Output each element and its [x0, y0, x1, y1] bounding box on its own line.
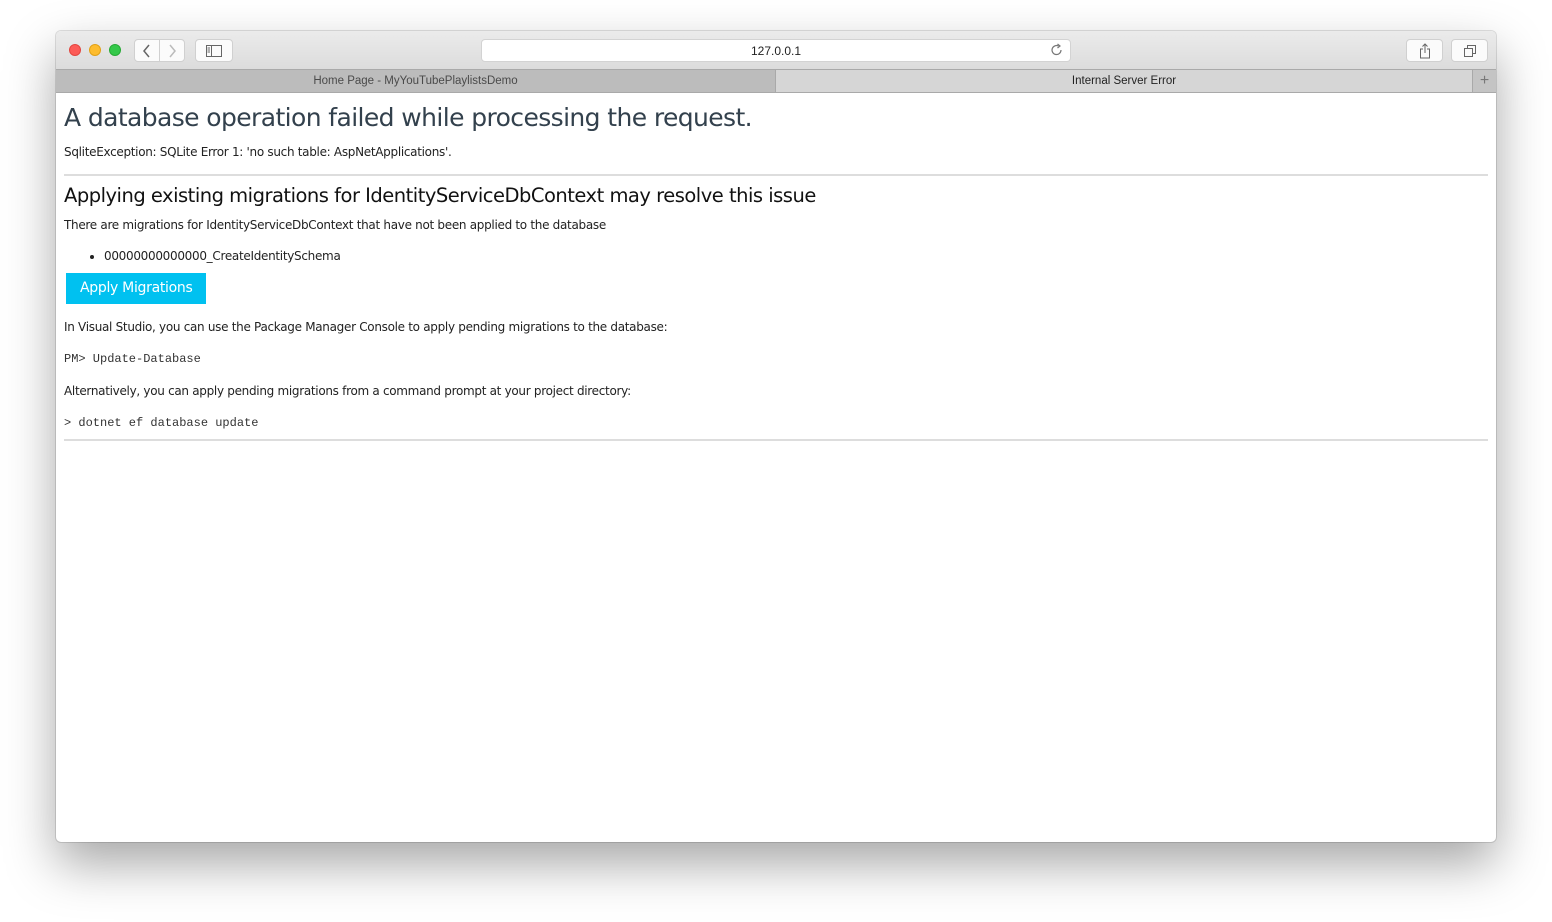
page-content: A database operation failed while proces… [56, 93, 1496, 842]
section-heading: Applying existing migrations for Identit… [64, 184, 816, 207]
cli-instructions: Alternatively, you can apply pending mig… [64, 384, 631, 398]
maximize-window-button[interactable] [109, 44, 121, 56]
migrations-list: 00000000000000_CreateIdentitySchema [104, 249, 1488, 263]
reload-icon [1051, 43, 1062, 56]
title-bar: 127.0.0.1 [56, 31, 1496, 69]
forward-button[interactable] [159, 39, 185, 62]
address-bar[interactable]: 127.0.0.1 [481, 39, 1071, 62]
tab-internal-server-error[interactable]: Internal Server Error [776, 70, 1472, 92]
tabs-overview-icon [1463, 44, 1476, 57]
visual-studio-instructions: In Visual Studio, you can use the Packag… [64, 320, 668, 334]
tab-home-page[interactable]: Home Page - MyYouTubePlaylistsDemo [56, 70, 776, 92]
url-text: 127.0.0.1 [750, 43, 802, 58]
cli-command: > dotnet ef database update [64, 416, 259, 430]
pm-command: PM> Update-Database [64, 352, 201, 366]
sidebar-icon [206, 44, 222, 57]
tab-overview-button[interactable] [1451, 39, 1488, 62]
pending-migrations-text: There are migrations for IdentityService… [64, 218, 606, 232]
share-button[interactable] [1406, 39, 1443, 62]
divider [64, 439, 1488, 441]
sidebar-toggle-button[interactable] [195, 39, 233, 62]
chevron-left-icon [143, 44, 150, 57]
divider [64, 174, 1488, 176]
reload-button[interactable] [1050, 43, 1064, 60]
minimize-window-button[interactable] [89, 44, 101, 56]
chevron-right-icon [169, 44, 176, 57]
tab-bar: Home Page - MyYouTubePlaylistsDemo Inter… [56, 69, 1496, 93]
migration-item: 00000000000000_CreateIdentitySchema [104, 249, 1488, 263]
exception-message: SqliteException: SQLite Error 1: 'no suc… [64, 145, 452, 159]
apply-migrations-button[interactable]: Apply Migrations [66, 273, 207, 304]
close-window-button[interactable] [69, 44, 81, 56]
back-button[interactable] [134, 39, 160, 62]
share-icon [1419, 42, 1430, 58]
page-title: A database operation failed while proces… [64, 103, 753, 132]
browser-window: 127.0.0.1 Home Page - MyYouTubePlaylists… [56, 31, 1496, 842]
plus-icon: + [1479, 72, 1490, 89]
new-tab-button[interactable]: + [1472, 70, 1496, 92]
tab-label: Home Page - MyYouTubePlaylistsDemo [313, 75, 518, 87]
tab-label: Internal Server Error [1071, 75, 1177, 87]
